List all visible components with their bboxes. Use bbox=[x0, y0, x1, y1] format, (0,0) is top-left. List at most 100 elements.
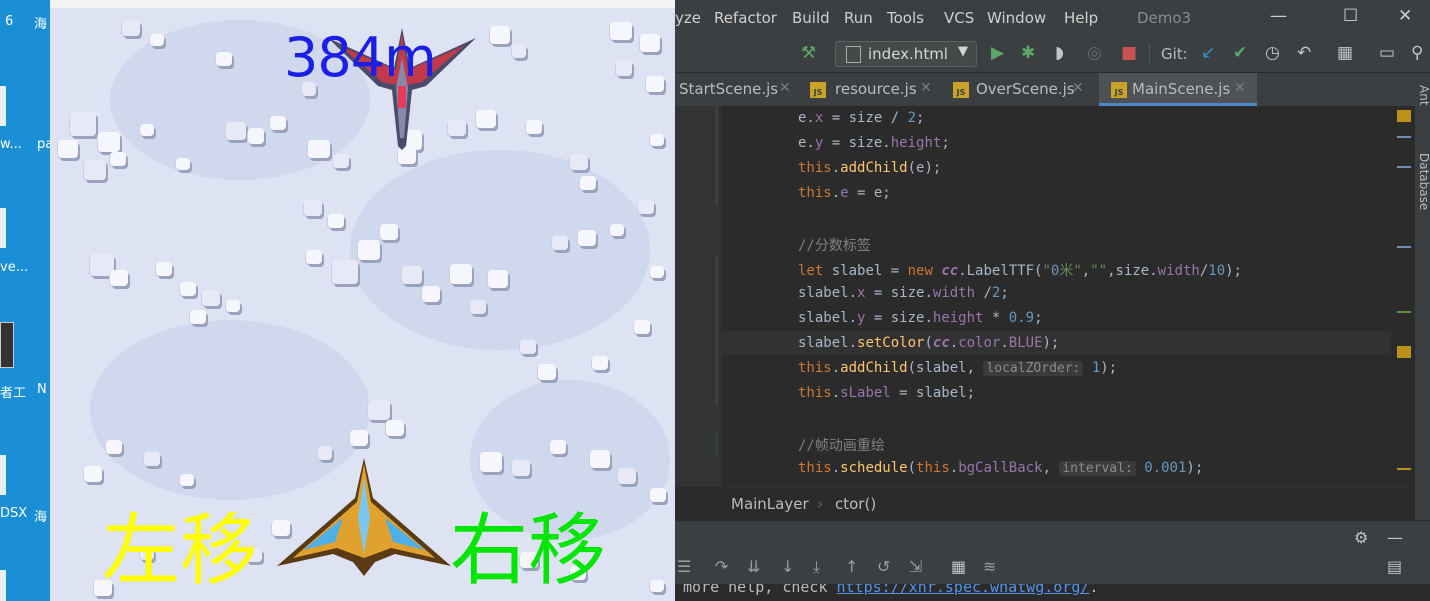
desktop-icon[interactable] bbox=[0, 570, 6, 601]
ice-block bbox=[634, 320, 650, 334]
menu-vcs[interactable]: VCS bbox=[944, 9, 974, 27]
ice-block bbox=[512, 460, 530, 476]
breadcrumb-method[interactable]: ctor() bbox=[835, 495, 876, 513]
menu-tools[interactable]: Tools bbox=[887, 9, 924, 27]
ice-block bbox=[202, 290, 220, 306]
html-file-icon bbox=[846, 46, 861, 63]
trace-icon[interactable]: ≋ bbox=[983, 557, 996, 576]
minimize-icon[interactable]: — bbox=[1270, 6, 1287, 26]
move-right-button[interactable]: 右移 bbox=[450, 488, 606, 600]
player-jet-icon bbox=[277, 458, 451, 576]
gear-icon[interactable]: ⚙ bbox=[1354, 528, 1368, 547]
right-tool-strip: Ant Database bbox=[1415, 73, 1430, 543]
hide-panel-icon[interactable]: — bbox=[1387, 528, 1403, 547]
ice-block bbox=[590, 450, 610, 468]
layout-icon[interactable]: ▤ bbox=[1387, 557, 1402, 576]
game-canvas[interactable]: 384m 左移 右移 bbox=[50, 0, 675, 601]
editor-scroll-markers[interactable] bbox=[1391, 106, 1415, 486]
change-marker bbox=[1397, 136, 1411, 138]
code-line: this.addChild(slabel, localZOrder: 1); bbox=[798, 360, 1118, 376]
run-to-cursor-icon[interactable]: ⇲ bbox=[909, 557, 922, 576]
console-output[interactable]: more help, check https://xhr.spec.whatwg… bbox=[675, 584, 1430, 601]
tab-mainscene[interactable]: JS MainScene.js ✕ bbox=[1099, 73, 1257, 106]
menu-lines-icon[interactable]: ☰ bbox=[677, 557, 691, 576]
maximize-icon[interactable]: ☐ bbox=[1343, 6, 1358, 26]
warning-marker bbox=[1397, 468, 1411, 470]
editor-tab-bar: StartScene.js ✕ JS resource.js ✕ JS Over… bbox=[675, 73, 1415, 106]
menu-help[interactable]: Help bbox=[1064, 9, 1098, 27]
tab-resource[interactable]: JS resource.js ✕ bbox=[807, 73, 937, 106]
ant-tool-tab[interactable]: Ant bbox=[1417, 85, 1430, 106]
tab-overscene[interactable]: JS OverScene.js ✕ bbox=[950, 73, 1090, 106]
search-icon[interactable]: ⚲ bbox=[1411, 43, 1423, 63]
stop-icon[interactable]: ■ bbox=[1121, 43, 1137, 63]
breadcrumb-class[interactable]: MainLayer bbox=[731, 495, 809, 513]
database-tool-tab[interactable]: Database bbox=[1417, 153, 1430, 210]
build-hammer-icon[interactable]: ⚒ bbox=[801, 43, 816, 63]
ice-block bbox=[618, 468, 636, 484]
console-link[interactable]: https://xhr.spec.whatwg.org/ bbox=[837, 584, 1090, 596]
profile-icon[interactable]: ◎ bbox=[1087, 43, 1102, 63]
main-toolbar: ⚒ index.html ▼ ▶ ✱ ◗ ◎ ■ Git: ↙ ✔ ◷ ↶ ▦ … bbox=[675, 36, 1430, 73]
drop-frame-icon[interactable]: ↺ bbox=[877, 557, 890, 576]
evaluate-icon[interactable]: ▦ bbox=[951, 557, 966, 576]
ice-block bbox=[150, 34, 164, 46]
ice-block bbox=[304, 200, 322, 216]
coverage-icon[interactable]: ◗ bbox=[1055, 43, 1064, 63]
menu-build[interactable]: Build bbox=[792, 9, 830, 27]
ice-block bbox=[216, 52, 232, 66]
code-editor[interactable]: e.x = size / 2; e.y = size.height; this.… bbox=[721, 106, 1391, 486]
js-file-icon: JS bbox=[953, 82, 969, 98]
close-tab-icon[interactable]: ✕ bbox=[920, 80, 932, 96]
change-marker bbox=[1397, 166, 1411, 168]
desktop-label: ve... bbox=[0, 260, 29, 275]
ice-block bbox=[422, 286, 440, 302]
menu-window[interactable]: Window bbox=[987, 9, 1046, 27]
terrain-shade bbox=[350, 150, 650, 350]
menu-analyze[interactable]: yze bbox=[675, 9, 701, 27]
close-icon[interactable]: ✕ bbox=[1398, 6, 1412, 26]
close-tab-icon[interactable]: ✕ bbox=[779, 80, 791, 96]
ice-block bbox=[526, 120, 542, 134]
desktop-icon[interactable] bbox=[0, 208, 6, 248]
tab-label: StartScene.js bbox=[679, 80, 779, 98]
move-left-button[interactable]: 左移 bbox=[102, 488, 258, 600]
force-step-into-icon[interactable]: ↓ bbox=[781, 557, 794, 576]
ice-block bbox=[110, 152, 126, 166]
step-out-icon[interactable]: ↑ bbox=[845, 557, 858, 576]
ice-block bbox=[358, 240, 380, 260]
ice-block bbox=[386, 420, 404, 436]
toolbar-separator bbox=[1149, 44, 1150, 64]
ice-block bbox=[176, 158, 190, 170]
smart-step-icon[interactable]: ⤓ bbox=[813, 557, 820, 577]
close-tab-icon[interactable]: ✕ bbox=[1072, 80, 1084, 96]
menu-bar: yze Refactor Build Run Tools VCS Window … bbox=[675, 0, 1430, 36]
step-into-icon[interactable]: ⇊ bbox=[747, 557, 760, 576]
run-configuration-select[interactable]: index.html ▼ bbox=[835, 41, 977, 67]
ice-block bbox=[333, 154, 349, 168]
git-rollback-icon[interactable]: ↶ bbox=[1297, 43, 1311, 63]
run-icon[interactable]: ▶ bbox=[991, 43, 1004, 63]
ice-block bbox=[98, 132, 120, 152]
menu-run[interactable]: Run bbox=[844, 9, 873, 27]
desktop-icon[interactable] bbox=[0, 322, 14, 368]
menu-refactor[interactable]: Refactor bbox=[714, 9, 777, 27]
run-configuration-label: index.html bbox=[868, 45, 948, 63]
project-structure-icon[interactable]: ▦ bbox=[1337, 43, 1353, 63]
step-over-icon[interactable]: ↷ bbox=[715, 557, 728, 576]
tab-startscene[interactable]: StartScene.js ✕ bbox=[675, 73, 800, 106]
desktop-icon[interactable] bbox=[0, 455, 6, 495]
git-update-icon[interactable]: ↙ bbox=[1201, 43, 1215, 63]
desktop-icon[interactable] bbox=[0, 86, 6, 126]
ice-block bbox=[106, 440, 122, 454]
code-line: e.x = size / 2; bbox=[798, 110, 925, 126]
terminal-icon[interactable]: ▭ bbox=[1379, 43, 1395, 63]
ice-block bbox=[490, 26, 510, 44]
close-tab-icon[interactable]: ✕ bbox=[1234, 80, 1246, 96]
git-history-icon[interactable]: ◷ bbox=[1265, 43, 1280, 63]
code-line: //分数标签 bbox=[798, 238, 871, 254]
code-line: //帧动画重绘 bbox=[798, 438, 885, 454]
js-file-icon: JS bbox=[810, 82, 826, 98]
debug-icon[interactable]: ✱ bbox=[1021, 43, 1035, 63]
git-commit-icon[interactable]: ✔ bbox=[1233, 43, 1247, 63]
